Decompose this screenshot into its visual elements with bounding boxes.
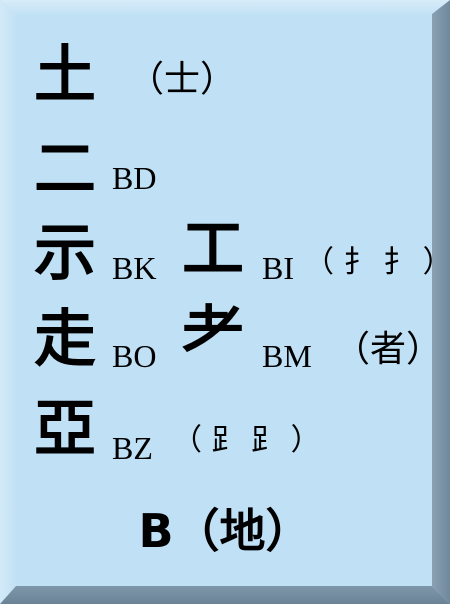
radical-er: 二 (34, 132, 97, 205)
radical-gong: 工 (182, 212, 245, 285)
radical-gong-variant: （ 扌 扌 ） (304, 245, 450, 280)
radical-lao-variant: （者） (334, 329, 443, 370)
radical-shi: 示 (34, 216, 97, 289)
radical-tu: 土 (34, 38, 97, 111)
key-label: B（地） (138, 504, 312, 558)
code-bi: BI (262, 250, 294, 286)
radical-ya: 亞 (34, 392, 97, 465)
card-bevel-bottom (0, 586, 450, 604)
code-bk: BK (112, 250, 157, 286)
code-bz: BZ (112, 430, 153, 466)
radical-ya-variant: （ 𧾷 𧾷 ） (172, 423, 321, 458)
radical-lao: 耂 (182, 294, 245, 367)
code-bd: BD (112, 160, 157, 196)
radical-zou: 走 (34, 302, 97, 375)
radical-tu-variant: （士） (128, 59, 237, 100)
code-bo: BO (112, 338, 157, 374)
card-bevel-top (0, 0, 450, 14)
code-bm: BM (262, 338, 312, 374)
key-card: 土 （士） 二 BD 示 BK 工 BI （ 扌 扌 ） 走 BO 耂 BM （… (0, 0, 450, 604)
